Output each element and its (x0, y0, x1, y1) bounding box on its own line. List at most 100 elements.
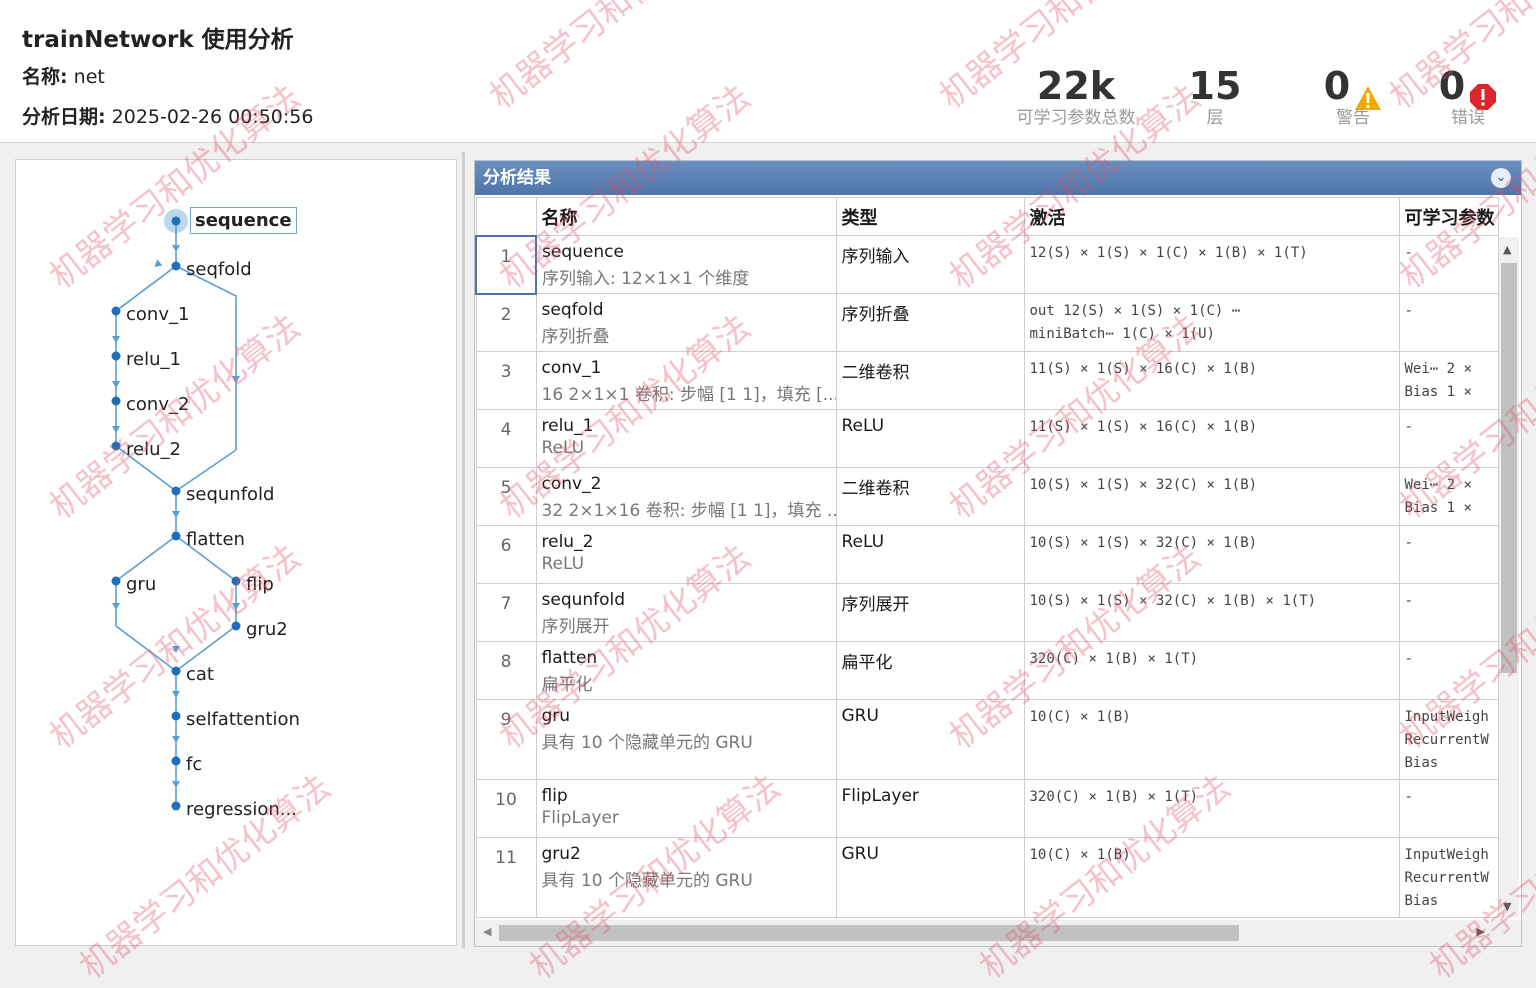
graph-node-seqfold[interactable]: seqfold (186, 259, 252, 280)
panel-splitter[interactable] (462, 152, 465, 948)
layer-name-cell[interactable]: sequence 序列输入: 12×1×1 个维度 (535, 235, 837, 294)
graph-node-conv-1[interactable]: conv_1 (126, 304, 189, 325)
scroll-down-icon[interactable]: ▼ (1503, 900, 1511, 913)
learnables-cell[interactable]: - (1398, 779, 1499, 838)
row-index[interactable]: 2 (475, 293, 537, 352)
activations-cell[interactable]: 320(C) × 1(B) × 1(T) (1023, 779, 1400, 838)
layer-type-cell[interactable]: 序列折叠 (835, 293, 1025, 352)
layer-name-cell[interactable]: sequnfold 序列展开 (535, 583, 837, 642)
graph-node-sequence[interactable]: sequence (190, 207, 297, 234)
activations-cell[interactable]: 10(C) × 1(B) (1023, 699, 1400, 780)
layer-name-cell[interactable]: seqfold 序列折叠 (535, 293, 837, 352)
layer-type-cell[interactable]: 扁平化 (835, 641, 1025, 700)
learnables-cell[interactable]: - (1398, 525, 1499, 584)
graph-node-gru[interactable]: gru (126, 574, 156, 595)
table-row[interactable]: 11 gru2 具有 10 个隐藏单元的 GRU GRU 10(C) × 1(B) Inp… (475, 837, 1499, 918)
vertical-scrollbar[interactable]: ▲ ▼ (1499, 237, 1519, 917)
learnables-cell[interactable]: - (1398, 641, 1499, 700)
layer-name-cell[interactable]: flatten 扁平化 (535, 641, 837, 700)
learnables-cell[interactable]: - (1398, 583, 1499, 642)
table-row[interactable]: 5 conv_2 32 2×1×16 卷积: 步幅 [1 1]，填充 ... 二维卷积… (475, 467, 1499, 526)
stat-errors[interactable]: 0 错误 (1430, 64, 1506, 128)
row-index[interactable]: 4 (475, 409, 537, 468)
network-graph-panel[interactable]: sequence seqfold conv_1 relu_1 conv_2 re… (15, 159, 457, 946)
learnables-cell[interactable]: - (1398, 293, 1499, 352)
learnables-cell[interactable]: - (1398, 409, 1499, 468)
graph-node-fc[interactable]: fc (186, 754, 202, 775)
graph-node-flatten[interactable]: flatten (186, 529, 245, 550)
layer-type-cell[interactable]: 二维卷积 (835, 467, 1025, 526)
activations-cell[interactable]: 10(S) × 1(S) × 32(C) × 1(B) (1023, 525, 1400, 584)
learnables-cell[interactable]: - (1398, 235, 1499, 294)
row-index[interactable]: 10 (475, 779, 537, 838)
table-row[interactable]: 6 relu_2 ReLU ReLU 10(S) × 1(S) × 32(C) × 1(… (475, 525, 1499, 584)
layer-type-cell[interactable]: 二维卷积 (835, 351, 1025, 410)
table-row[interactable]: 10 flip FlipLayer FlipLayer 320(C) × 1(B) × … (475, 779, 1499, 838)
col-header-name[interactable]: 名称 (535, 197, 837, 236)
table-row[interactable]: 3 conv_1 16 2×1×1 卷积: 步幅 [1 1]，填充 [... 二维卷积… (475, 351, 1499, 410)
results-table[interactable]: 名称 类型 激活 可学习参数 1 sequence 序列输入: 12×1×1 个维度… (475, 197, 1499, 918)
row-index[interactable]: 3 (475, 351, 537, 410)
layer-type-cell[interactable]: ReLU (835, 409, 1025, 468)
horizontal-scroll-thumb[interactable] (499, 925, 1239, 941)
layer-name-cell[interactable]: relu_2 ReLU (535, 525, 837, 584)
table-row[interactable]: 7 sequnfold 序列展开 序列展开 10(S) × 1(S) × 32(C) ×… (475, 583, 1499, 642)
row-index[interactable]: 6 (475, 525, 537, 584)
row-index[interactable]: 1 (475, 234, 537, 295)
scroll-up-icon[interactable]: ▲ (1503, 243, 1511, 256)
table-row[interactable]: 1 sequence 序列输入: 12×1×1 个维度 序列输入 12(S) × 1(S… (475, 234, 1499, 295)
layer-type-cell[interactable]: 序列输入 (835, 235, 1025, 294)
graph-node-relu-1[interactable]: relu_1 (126, 349, 181, 370)
activations-cell[interactable]: 10(S) × 1(S) × 32(C) × 1(B) (1023, 467, 1400, 526)
learnables-cell[interactable]: Wei⋯ 2 × Bias 1 × (1398, 467, 1499, 526)
learnables-cell[interactable]: Wei⋯ 2 × Bias 1 × (1398, 351, 1499, 410)
learnables-cell[interactable]: InputWeigh RecurrentW Bias (1398, 837, 1499, 918)
graph-node-flip[interactable]: flip (246, 574, 274, 595)
horizontal-scrollbar[interactable]: ◀ ▶ (475, 920, 1497, 946)
layer-type-cell[interactable]: ReLU (835, 525, 1025, 584)
table-row[interactable]: 8 flatten 扁平化 扁平化 320(C) × 1(B) × 1(T) - (475, 641, 1499, 700)
table-row[interactable]: 2 seqfold 序列折叠 序列折叠 out 12(S) × 1(S) × 1(C) … (475, 293, 1499, 352)
graph-node-relu-2[interactable]: relu_2 (126, 439, 181, 460)
activations-cell[interactable]: 10(S) × 1(S) × 32(C) × 1(B) × 1(T) (1023, 583, 1400, 642)
activations-cell[interactable]: 12(S) × 1(S) × 1(C) × 1(B) × 1(T) (1023, 235, 1400, 294)
collapse-icon[interactable]: ⌄ (1491, 168, 1511, 188)
row-index[interactable]: 7 (475, 583, 537, 642)
layer-name-cell[interactable]: gru2 具有 10 个隐藏单元的 GRU (535, 837, 837, 918)
col-header-learnables[interactable]: 可学习参数 (1398, 197, 1499, 236)
vertical-scroll-thumb[interactable] (1501, 263, 1517, 673)
graph-node-gru2[interactable]: gru2 (246, 619, 288, 640)
scroll-right-icon[interactable]: ▶ (1477, 925, 1485, 938)
activations-cell[interactable]: out 12(S) × 1(S) × 1(C) ⋯ miniBatch⋯ 1(C)… (1023, 293, 1400, 352)
layer-type-cell[interactable]: FlipLayer (835, 779, 1025, 838)
table-row[interactable]: 4 relu_1 ReLU ReLU 11(S) × 1(S) × 16(C) × 1(… (475, 409, 1499, 468)
activations-cell[interactable]: 11(S) × 1(S) × 16(C) × 1(B) (1023, 409, 1400, 468)
col-header-activations[interactable]: 激活 (1023, 197, 1400, 236)
row-index[interactable]: 8 (475, 641, 537, 700)
col-header-type[interactable]: 类型 (835, 197, 1025, 236)
graph-node-selfattention[interactable]: selfattention (186, 709, 300, 730)
activations-cell[interactable]: 11(S) × 1(S) × 16(C) × 1(B) (1023, 351, 1400, 410)
row-index[interactable]: 11 (475, 837, 537, 918)
activations-cell[interactable]: 10(C) × 1(B) (1023, 837, 1400, 918)
layer-name-cell[interactable]: relu_1 ReLU (535, 409, 837, 468)
graph-node-sequnfold[interactable]: sequnfold (186, 484, 274, 505)
learnables-cell[interactable]: InputWeigh RecurrentW Bias (1398, 699, 1499, 780)
layer-name-cell[interactable]: conv_2 32 2×1×16 卷积: 步幅 [1 1]，填充 ... (535, 467, 837, 526)
row-index[interactable]: 9 (475, 699, 537, 780)
layer-type-cell[interactable]: 序列展开 (835, 583, 1025, 642)
stat-warnings[interactable]: 0 警告 (1315, 64, 1391, 128)
graph-node-cat[interactable]: cat (186, 664, 214, 685)
scroll-left-icon[interactable]: ◀ (483, 925, 491, 938)
layer-type-cell[interactable]: GRU (835, 699, 1025, 780)
layer-name-cell[interactable]: conv_1 16 2×1×1 卷积: 步幅 [1 1]，填充 [... (535, 351, 837, 410)
table-row[interactable]: 9 gru 具有 10 个隐藏单元的 GRU GRU 10(C) × 1(B) Input… (475, 699, 1499, 780)
graph-node-conv-2[interactable]: conv_2 (126, 394, 189, 415)
activations-cell[interactable]: 320(C) × 1(B) × 1(T) (1023, 641, 1400, 700)
layer-type-cell[interactable]: GRU (835, 837, 1025, 918)
graph-node-regression[interactable]: regression... (186, 799, 297, 820)
layer-name-cell[interactable]: gru 具有 10 个隐藏单元的 GRU (535, 699, 837, 780)
row-index[interactable]: 5 (475, 467, 537, 526)
col-header-index[interactable] (475, 197, 537, 236)
layer-name-cell[interactable]: flip FlipLayer (535, 779, 837, 838)
